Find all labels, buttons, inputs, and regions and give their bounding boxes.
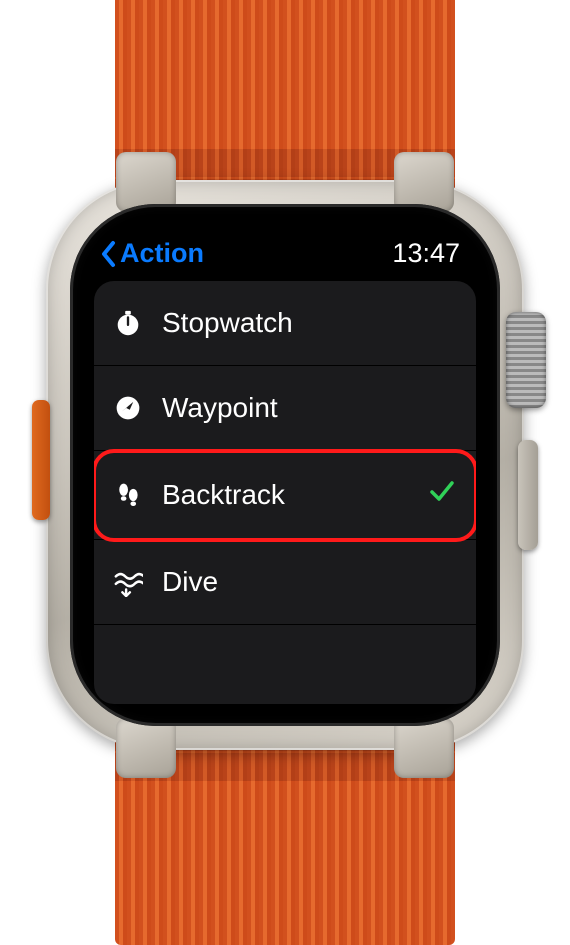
- lug: [394, 718, 454, 778]
- chevron-left-icon: [100, 240, 118, 268]
- side-button[interactable]: [518, 440, 538, 550]
- back-label: Action: [120, 238, 204, 269]
- stopwatch-icon: [112, 307, 144, 339]
- dive-icon: [112, 566, 144, 598]
- list-item-label: Dive: [162, 566, 456, 598]
- list-item-backtrack[interactable]: Backtrack: [94, 451, 476, 540]
- list-item-waypoint[interactable]: Waypoint: [94, 366, 476, 451]
- watch-screen: Action 13:47: [84, 218, 486, 712]
- screen-header: Action 13:47: [94, 238, 476, 281]
- lug: [116, 718, 176, 778]
- clock-time: 13:47: [392, 238, 460, 269]
- list-item-label: Stopwatch: [162, 307, 456, 339]
- back-button[interactable]: Action: [100, 238, 204, 269]
- placeholder-icon: [112, 639, 144, 671]
- location-icon: [112, 392, 144, 424]
- watch-case: Action 13:47: [46, 180, 524, 750]
- footprints-icon: [112, 479, 144, 511]
- list-item-next: [94, 625, 476, 671]
- checkmark-icon: [428, 477, 456, 513]
- list-item-label: Waypoint: [162, 392, 456, 424]
- screen-bezel: Action 13:47: [70, 204, 500, 726]
- list-item-dive[interactable]: Dive: [94, 540, 476, 625]
- lug: [394, 152, 454, 212]
- list-item-label: Backtrack: [162, 479, 410, 511]
- action-options-list[interactable]: Stopwatch Waypoint: [94, 281, 476, 704]
- lug: [116, 152, 176, 212]
- action-button[interactable]: [32, 400, 50, 520]
- apple-watch-ultra: Action 13:47: [45, 5, 525, 925]
- digital-crown[interactable]: [506, 312, 546, 408]
- list-item-stopwatch[interactable]: Stopwatch: [94, 281, 476, 366]
